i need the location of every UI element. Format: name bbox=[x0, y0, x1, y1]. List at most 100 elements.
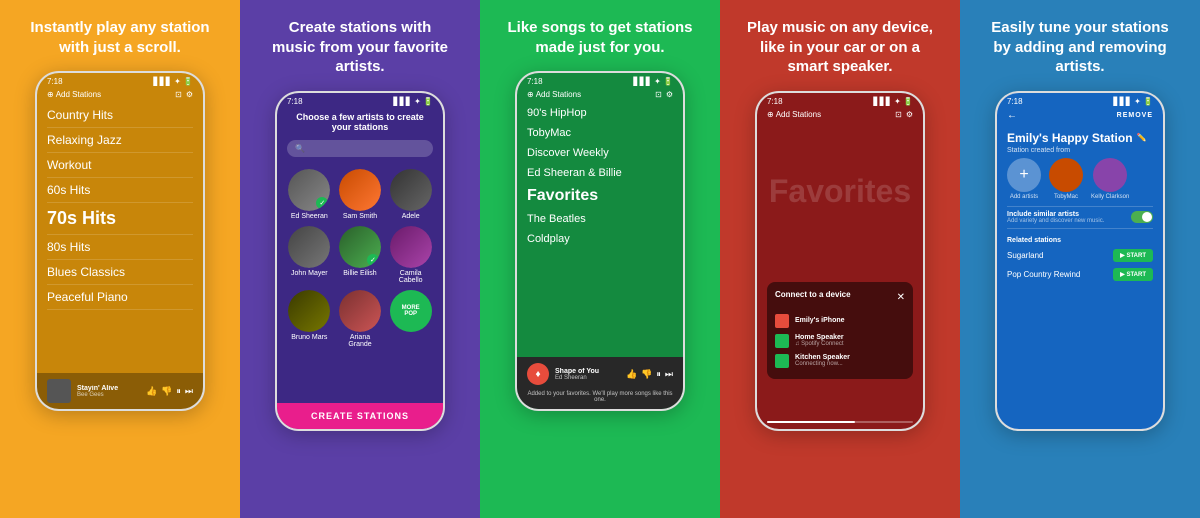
device-item[interactable]: Kitchen Speaker Connecting now... bbox=[775, 351, 905, 371]
artist-cell[interactable]: ✓ Billie Eilish bbox=[338, 226, 383, 284]
phone-4-screen: 7:18 ▋▋▋ ✦ 🔋 ⊕ Add Stations ⊡ ⚙ Favorite… bbox=[757, 93, 923, 429]
add-artist-chip[interactable]: + Add artists bbox=[1007, 158, 1041, 200]
artist-cell[interactable]: Bruno Mars bbox=[287, 290, 332, 348]
thumb-up-icon-3[interactable]: 👍 bbox=[626, 369, 637, 380]
skip-icon[interactable]: ⏭ bbox=[185, 386, 193, 397]
add-stations-btn[interactable]: ⊕ Add Stations bbox=[47, 90, 101, 99]
status-bar-3: 7:18 ▋▋▋ ✦ 🔋 bbox=[517, 73, 683, 88]
time-3: 7:18 bbox=[527, 77, 543, 86]
artist-name: Bruno Mars bbox=[291, 334, 327, 341]
artist-name: Sam Smith bbox=[343, 213, 377, 220]
related-title: Related stations bbox=[997, 233, 1163, 246]
list-item[interactable]: Relaxing Jazz bbox=[47, 128, 193, 153]
header-icons-4: ⊡ ⚙ bbox=[895, 110, 913, 119]
green-station-list: 90's HipHop TobyMac Discover Weekly Ed S… bbox=[517, 103, 683, 249]
station-name-text: Emily's Happy Station bbox=[1007, 131, 1133, 145]
list-item-favorites[interactable]: Favorites bbox=[527, 183, 673, 209]
close-connect-icon[interactable]: ✕ bbox=[897, 292, 905, 303]
time-2: 7:18 bbox=[287, 97, 303, 106]
signal-4: ▋▋▋ ✦ 🔋 bbox=[873, 97, 913, 106]
artist-cell-more-pop[interactable]: MORE POP bbox=[388, 290, 433, 348]
settings-icon-4: ⚙ bbox=[906, 110, 913, 119]
device-name: Kitchen Speaker bbox=[795, 354, 850, 361]
similar-artists-toggle[interactable] bbox=[1131, 211, 1153, 223]
thumb-down-icon[interactable]: 👎 bbox=[161, 386, 172, 397]
signal-3: ▋▋▋ ✦ 🔋 bbox=[633, 77, 673, 86]
plus-icon-4: ⊕ bbox=[767, 110, 774, 119]
signal-2: ▋▋▋ ✦ 🔋 bbox=[393, 97, 433, 106]
volume-bar-4[interactable] bbox=[767, 421, 913, 423]
artist-chip-toby[interactable]: TobyMac bbox=[1049, 158, 1083, 200]
player-controls-3[interactable]: 👍 👎 ⏸ ⏭ bbox=[626, 369, 673, 380]
artist-cell[interactable]: Camila Cabello bbox=[388, 226, 433, 284]
connect-title: Connect to a device bbox=[775, 290, 851, 299]
selected-check: ✓ bbox=[316, 197, 328, 209]
phone-3-header: ⊕ Add Stations ⊡ ⚙ bbox=[517, 88, 683, 103]
panel-3-tagline: Like songs to get stations made just for… bbox=[505, 18, 695, 57]
now-playing-bar-1: Stayin' Alive Bee Gees 👍 👎 ⏸ ⏭ bbox=[37, 373, 203, 409]
edit-icon[interactable]: ✏️ bbox=[1137, 133, 1147, 142]
start-button-sugarland[interactable]: ▶ START bbox=[1113, 249, 1153, 262]
skip-icon-3[interactable]: ⏭ bbox=[665, 369, 673, 380]
list-item[interactable]: TobyMac bbox=[527, 123, 673, 143]
list-item[interactable]: 60s Hits bbox=[47, 178, 193, 203]
similar-sub: Add variety and discover new music. bbox=[1007, 218, 1104, 224]
artist-chip-name-kelly: Kelly Clarkson bbox=[1091, 194, 1129, 200]
now-playing-title-1: Stayin' Alive bbox=[77, 385, 140, 392]
pause-icon-3[interactable]: ⏸ bbox=[656, 369, 661, 380]
list-item[interactable]: The Beatles bbox=[527, 209, 673, 229]
device-info: Kitchen Speaker Connecting now... bbox=[795, 354, 850, 367]
station-name-5: Emily's Happy Station ✏️ bbox=[997, 125, 1163, 147]
related-station-name-2: Pop Country Rewind bbox=[1007, 270, 1080, 279]
artist-avatar-ed: ✓ bbox=[288, 169, 330, 211]
plus-icon-3: ⊕ bbox=[527, 90, 534, 99]
thumb-up-icon[interactable]: 👍 bbox=[146, 386, 157, 397]
list-item[interactable]: 90's HipHop bbox=[527, 103, 673, 123]
list-item[interactable]: Country Hits bbox=[47, 103, 193, 128]
artist-cell[interactable]: Sam Smith bbox=[338, 169, 383, 220]
more-pop-button[interactable]: MORE POP bbox=[390, 290, 432, 332]
list-item[interactable]: 70s Hits bbox=[47, 203, 193, 235]
add-artist-circle[interactable]: + bbox=[1007, 158, 1041, 192]
phone-4-header: ⊕ Add Stations ⊡ ⚙ bbox=[757, 108, 923, 123]
header-icons-3: ⊡ ⚙ bbox=[655, 90, 673, 99]
artist-cell[interactable]: John Mayer bbox=[287, 226, 332, 284]
status-bar-5: 7:18 ▋▋▋ ✦ 🔋 bbox=[997, 93, 1163, 108]
signal-5: ▋▋▋ ✦ 🔋 bbox=[1113, 97, 1153, 106]
list-item[interactable]: Coldplay bbox=[527, 229, 673, 249]
add-stations-btn-4[interactable]: ⊕ Add Stations bbox=[767, 110, 821, 119]
phone-5-header: ← REMOVE bbox=[997, 108, 1163, 125]
liked-message: Added to your favorites. We'll play more… bbox=[527, 389, 673, 405]
add-stations-label-4: Add Stations bbox=[776, 110, 821, 119]
artist-cell[interactable]: ✓ Ed Sheeran bbox=[287, 169, 332, 220]
search-bar-2[interactable]: 🔍 bbox=[287, 140, 433, 157]
artist-row-5: + Add artists TobyMac Kelly Clarkson bbox=[997, 158, 1163, 206]
artist-cell[interactable]: Ariana Grande bbox=[338, 290, 383, 348]
player-controls-1[interactable]: 👍 👎 ⏸ ⏭ bbox=[146, 386, 193, 397]
cast-icon: ⊡ bbox=[175, 90, 182, 99]
plus-icon: ⊕ bbox=[47, 90, 54, 99]
related-station-row: Sugarland ▶ START bbox=[997, 246, 1163, 265]
create-stations-button[interactable]: CREATE STATIONS bbox=[277, 403, 443, 429]
device-item[interactable]: Home Speaker ♫ Spotify Connect bbox=[775, 331, 905, 351]
list-item[interactable]: Ed Sheeran & Billie bbox=[527, 163, 673, 183]
list-item[interactable]: Discover Weekly bbox=[527, 143, 673, 163]
settings-icon: ⚙ bbox=[186, 90, 193, 99]
list-item[interactable]: Workout bbox=[47, 153, 193, 178]
start-button-pop[interactable]: ▶ START bbox=[1113, 268, 1153, 281]
settings-icon-3: ⚙ bbox=[666, 90, 673, 99]
add-stations-btn-3[interactable]: ⊕ Add Stations bbox=[527, 90, 581, 99]
artist-cell[interactable]: Adele bbox=[388, 169, 433, 220]
related-station-name: Sugarland bbox=[1007, 251, 1043, 260]
back-button-5[interactable]: ← bbox=[1007, 110, 1017, 121]
list-item[interactable]: Peaceful Piano bbox=[47, 285, 193, 310]
artist-chip-kelly[interactable]: Kelly Clarkson bbox=[1091, 158, 1129, 200]
remove-button-5[interactable]: REMOVE bbox=[1117, 112, 1153, 119]
similar-artists-info: Include similar artists Add variety and … bbox=[1007, 211, 1104, 224]
thumb-down-icon-3[interactable]: 👎 bbox=[641, 369, 652, 380]
list-item[interactable]: Blues Classics bbox=[47, 260, 193, 285]
pause-icon[interactable]: ⏸ bbox=[176, 386, 181, 397]
list-item[interactable]: 80s Hits bbox=[47, 235, 193, 260]
device-item[interactable]: Emily's iPhone bbox=[775, 311, 905, 331]
device-name: Home Speaker bbox=[795, 334, 844, 341]
